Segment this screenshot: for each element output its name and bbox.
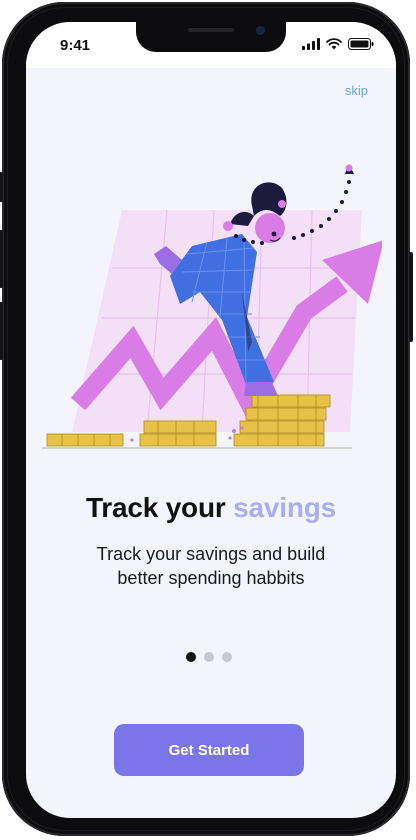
onboarding-title: Track your savings <box>26 492 396 524</box>
subtitle-line-2: better spending habbits <box>117 568 305 588</box>
speaker <box>188 28 234 32</box>
savings-illustration <box>42 164 382 449</box>
onboarding-subtitle: Track your savings and build better spen… <box>26 542 396 590</box>
status-bar: 9:41 <box>26 22 396 68</box>
subtitle-line-1: Track your savings and build <box>96 544 326 564</box>
get-started-button[interactable]: Get Started <box>114 724 304 776</box>
title-accent-text: savings <box>233 492 337 523</box>
side-button-volume-down <box>0 302 3 360</box>
title-main-text: Track your <box>85 492 226 523</box>
pagination-dot[interactable] <box>204 652 214 662</box>
status-icons <box>302 38 374 50</box>
skip-link[interactable]: skip <box>345 83 368 98</box>
side-button-power <box>409 252 413 342</box>
pagination-dots <box>186 652 232 662</box>
camera <box>256 26 265 35</box>
pagination-dot-active[interactable] <box>186 652 196 662</box>
battery-icon <box>348 38 374 50</box>
phone-frame: 9:41 skip Track your savings Track your … <box>0 2 413 836</box>
status-time: 9:41 <box>60 37 91 54</box>
notch <box>136 22 286 52</box>
pagination-dot[interactable] <box>222 652 232 662</box>
wifi-icon <box>326 38 342 50</box>
side-button-volume-up <box>0 230 3 288</box>
signal-icon <box>302 38 320 50</box>
screen: 9:41 skip Track your savings Track your … <box>26 22 396 818</box>
side-button-mute <box>0 172 3 202</box>
